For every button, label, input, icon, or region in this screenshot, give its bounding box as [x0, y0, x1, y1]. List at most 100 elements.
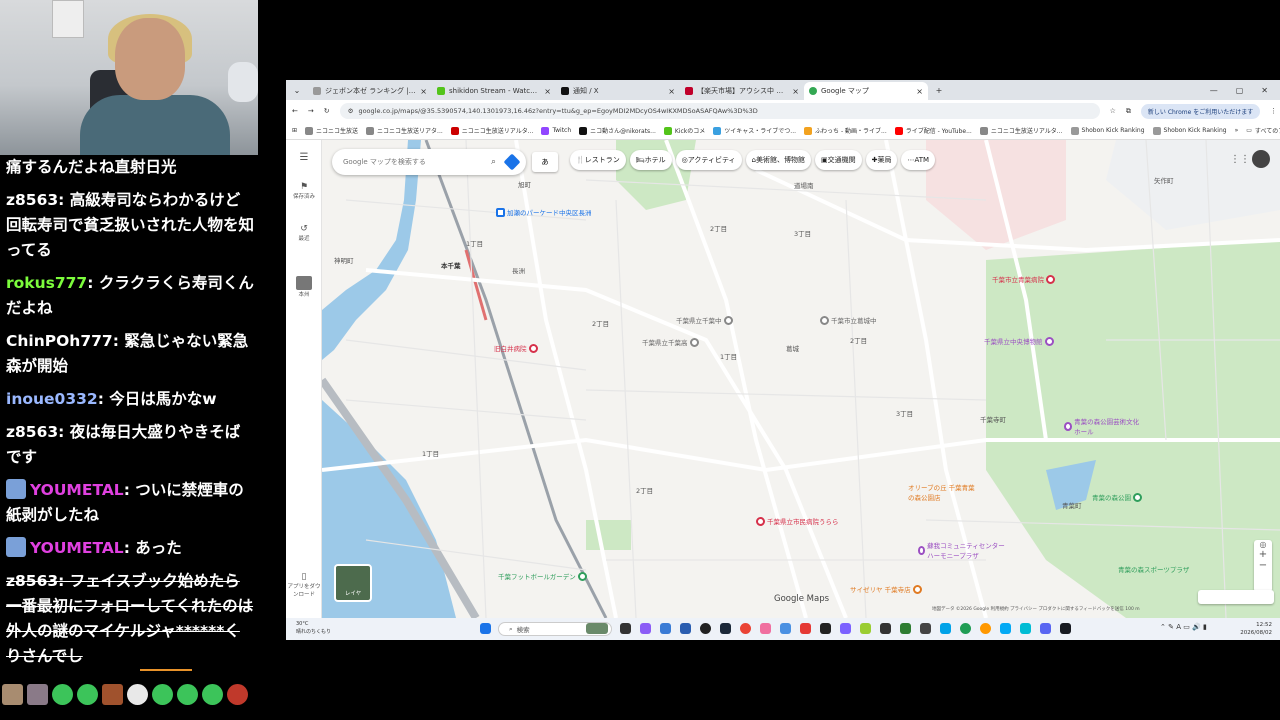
- app-icon[interactable]: [860, 623, 871, 634]
- bookmark-item[interactable]: ニコニコ生放送: [305, 126, 358, 135]
- saved-button[interactable]: ⚑ 保存済み: [286, 182, 322, 200]
- app-icon[interactable]: [880, 623, 891, 634]
- extensions-icon[interactable]: ⧉: [1126, 107, 1131, 116]
- copilot-icon[interactable]: [640, 623, 651, 634]
- close-window-icon[interactable]: ✕: [1261, 86, 1268, 95]
- frog-emote[interactable]: [177, 683, 198, 705]
- bookmark-item[interactable]: ニコニコ生放送リアルタ...: [450, 126, 533, 135]
- bookmark-item[interactable]: ニコニコ生放送リアタ...: [366, 126, 443, 135]
- chat-username[interactable]: ChinPOh777: [6, 332, 113, 350]
- bookmark-item[interactable]: ニコニコ生放送リアルタ...: [979, 126, 1063, 135]
- avatar-emote[interactable]: [2, 683, 23, 705]
- heart-icon[interactable]: [800, 623, 811, 634]
- steam-icon[interactable]: [1060, 623, 1071, 634]
- poi-hospital[interactable]: 千葉県立市民病院うらら: [756, 516, 839, 526]
- app-icon[interactable]: [980, 623, 991, 634]
- browser-tab[interactable]: ジェボン本ゼ ランキング | Shobon ... ×: [308, 82, 432, 100]
- bookmark-star-icon[interactable]: ☆: [1110, 107, 1116, 115]
- app-icon[interactable]: [940, 623, 951, 634]
- recent-button[interactable]: ↺ 最近: [286, 224, 322, 242]
- all-bookmarks[interactable]: ▭すべてのブックマーク: [1246, 126, 1280, 135]
- weather-widget[interactable]: 30°C 晴れのちくもり: [296, 620, 331, 636]
- chip-activity[interactable]: ◎ アクティビティ: [675, 150, 742, 170]
- bookmark-item[interactable]: ニコ動さん@nikorats...: [579, 126, 656, 135]
- avatar-emote[interactable]: [27, 683, 48, 705]
- chrome-icon[interactable]: [740, 623, 751, 634]
- map-canvas[interactable]: ☰ ⚑ 保存済み ↺ 最近 本州 ▯ アプリをダウンロード Google マップを検索…: [286, 140, 1280, 618]
- chat-username[interactable]: z8563: [6, 423, 58, 441]
- chip-transit[interactable]: ▣ 交通機関: [814, 150, 862, 170]
- reload-icon[interactable]: ↻: [324, 107, 330, 115]
- discord-icon[interactable]: [1040, 623, 1051, 634]
- menu-icon[interactable]: ⋮: [1270, 107, 1277, 115]
- chip-hotel[interactable]: 🛏 ホテル: [629, 150, 672, 170]
- account-avatar[interactable]: [1252, 150, 1270, 168]
- mushroom-emote[interactable]: [227, 683, 248, 705]
- ime-indicator[interactable]: あ: [532, 152, 558, 172]
- apps-icon[interactable]: ⊞: [292, 127, 297, 134]
- app-icon[interactable]: [660, 623, 671, 634]
- site-info-icon[interactable]: ⚙: [348, 107, 354, 115]
- maximize-icon[interactable]: ▢: [1236, 86, 1244, 95]
- app-icon[interactable]: [680, 623, 691, 634]
- browser-tab[interactable]: 【楽天市場】アウシス中 動動系の... ×: [680, 82, 804, 100]
- app-icon[interactable]: [960, 623, 971, 634]
- chip-museum[interactable]: ⌂ 美術館、博物館: [745, 150, 811, 170]
- url-field[interactable]: ⚙ google.co.jp/maps/@35.5390574,140.13019…: [339, 103, 1100, 119]
- poi-parking[interactable]: 加瀬のパーケード中央区長洲: [496, 207, 592, 217]
- chat-username[interactable]: z8563: [6, 572, 58, 590]
- bookmark-item[interactable]: ふわっち - 動画・ライブ...: [804, 126, 887, 135]
- poi-hospital[interactable]: 旧白井病院: [494, 343, 538, 353]
- browser-tab[interactable]: 通知 / X ×: [556, 82, 680, 100]
- poi-museum[interactable]: 千葉県立中央博物館: [984, 336, 1054, 346]
- tray-icons[interactable]: ⌃ ✎ A ▭ 🔊 ▮: [1160, 623, 1207, 631]
- bookmark-item[interactable]: ツイキャス・ライブでつ...: [713, 126, 796, 135]
- bookmark-item[interactable]: ライブ配信 - YouTube...: [894, 126, 972, 135]
- poi-hall[interactable]: 青葉の森公園芸術文化ホール: [1064, 416, 1144, 436]
- chrome-update-badge[interactable]: 新しい Chrome をご利用いただけます: [1140, 103, 1261, 119]
- poi-restaurant[interactable]: オリーブの丘 千葉青葉の森公園店: [908, 482, 978, 502]
- chip-atm[interactable]: ⋯ ATM: [901, 150, 936, 170]
- back-icon[interactable]: ←: [292, 107, 298, 115]
- frog-emote[interactable]: [77, 683, 98, 705]
- app-icon[interactable]: [840, 623, 851, 634]
- imagery-strip[interactable]: [1198, 590, 1274, 604]
- steam-icon[interactable]: [720, 623, 731, 634]
- poi-school[interactable]: 千葉市立葛城中: [820, 315, 877, 325]
- browser-tab-active[interactable]: Google マップ ×: [804, 82, 928, 100]
- close-icon[interactable]: ×: [668, 87, 675, 96]
- poi-park[interactable]: 青葉の森公園: [1092, 492, 1142, 502]
- bookmark-item[interactable]: Shobon Kick Ranking: [1070, 126, 1145, 135]
- get-app-button[interactable]: ▯ アプリをダウンロード: [286, 572, 322, 598]
- map-footer[interactable]: 地図データ ©2026 Google 利用規約 プライバシー プロダクトに関する…: [932, 606, 1140, 612]
- face-emote[interactable]: [127, 683, 148, 705]
- directions-icon[interactable]: [503, 153, 521, 171]
- chat-username[interactable]: YOUMETAL: [30, 539, 124, 557]
- google-apps-icon[interactable]: ⋮⋮: [1230, 154, 1250, 165]
- search-highlight-icon[interactable]: [586, 623, 608, 634]
- poi-school[interactable]: 千葉県立千葉高: [642, 337, 699, 347]
- poi-school[interactable]: 千葉県立千葉中: [676, 315, 733, 325]
- chip-pharmacy[interactable]: ✚ 薬局: [865, 150, 898, 170]
- app-icon[interactable]: [820, 623, 831, 634]
- poi-sports[interactable]: 青葉の森スポーツプラザ: [1118, 564, 1189, 574]
- browser-tab[interactable]: shikidon Stream - Watch Live ...×: [432, 82, 556, 100]
- search-icon[interactable]: ⌕: [491, 157, 496, 167]
- poi-community-center[interactable]: 蘇我コミュニティセンターハーモニープラザ: [918, 540, 1008, 560]
- menu-icon[interactable]: ☰: [286, 152, 322, 163]
- bookmarks-overflow-icon[interactable]: »: [1235, 127, 1239, 134]
- taskbar-clock[interactable]: 12:52 2026/08/02: [1240, 621, 1272, 637]
- recent-place-button[interactable]: 本州: [286, 276, 322, 298]
- close-icon[interactable]: ×: [544, 87, 551, 96]
- search-input[interactable]: Google マップを検索する: [343, 157, 491, 167]
- bookmark-item[interactable]: Twitch: [541, 126, 571, 135]
- layers-button[interactable]: レイヤ: [334, 564, 372, 602]
- app-icon[interactable]: [1020, 623, 1031, 634]
- poi-sports[interactable]: 千葉フットボールガーデン: [498, 571, 587, 581]
- tab-search-icon[interactable]: ⌄: [286, 80, 308, 100]
- app-icon[interactable]: [900, 623, 911, 634]
- start-icon[interactable]: [480, 623, 491, 634]
- chip-restaurant[interactable]: 🍴 レストラン: [570, 150, 626, 170]
- close-icon[interactable]: ×: [916, 87, 923, 96]
- task-view-icon[interactable]: [620, 623, 631, 634]
